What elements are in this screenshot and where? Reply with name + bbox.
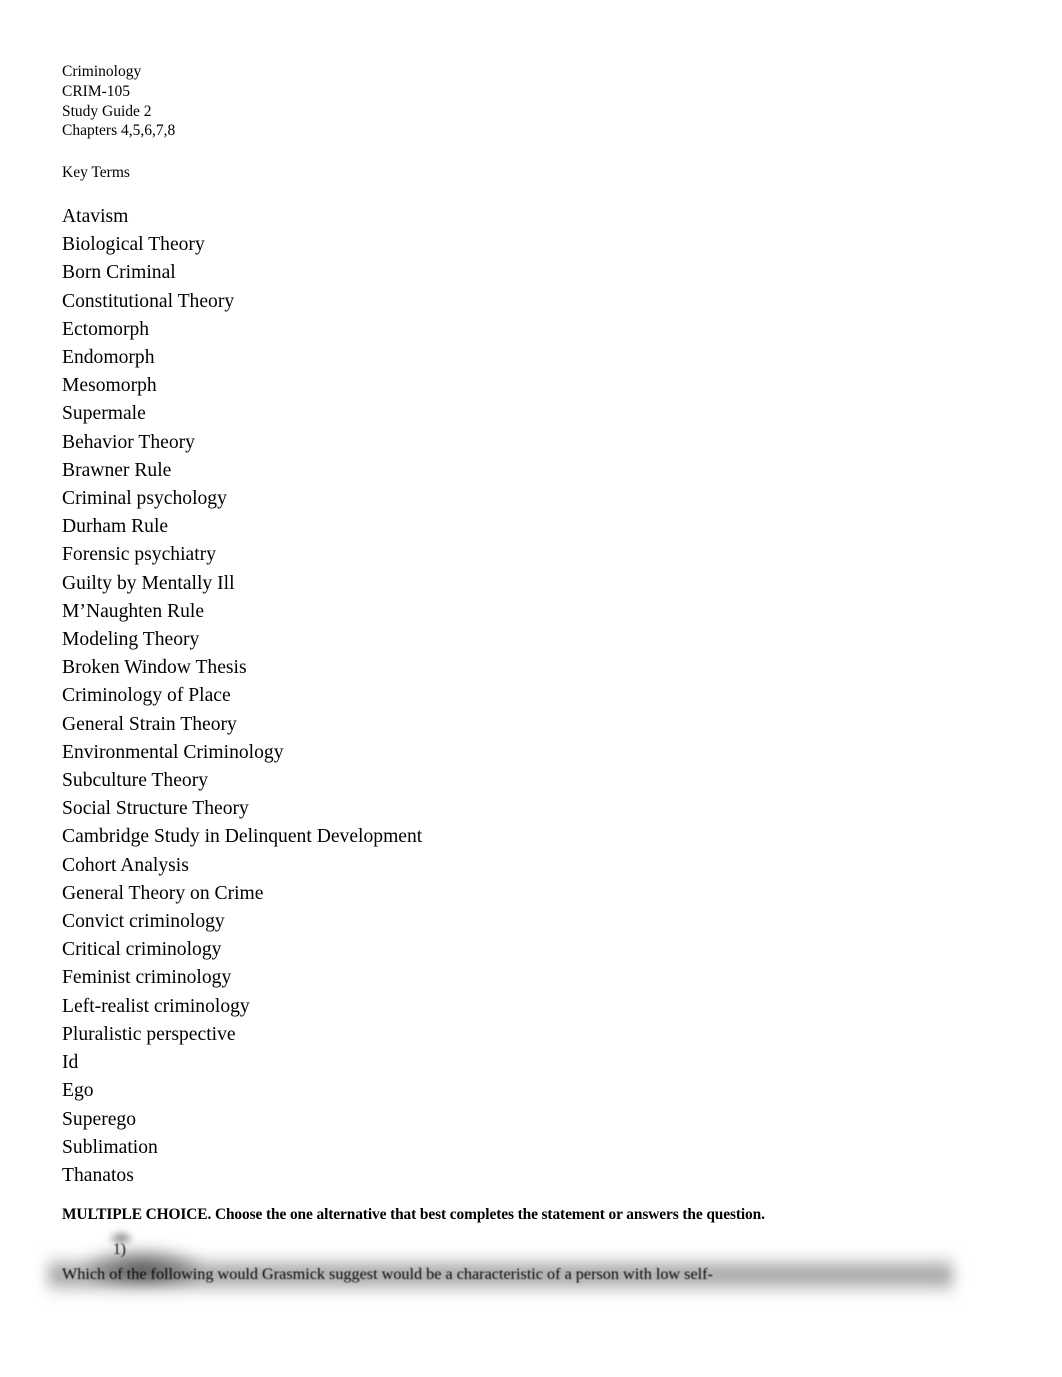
list-item: Broken Window Thesis [62, 657, 247, 679]
list-item: Environmental Criminology [62, 741, 284, 763]
list-item: Ectomorph [62, 318, 150, 340]
list-item: Behavior Theory [62, 431, 195, 453]
list-item: Subculture Theory [62, 770, 209, 792]
header-line-course-code: CRIM-105 [62, 82, 131, 100]
list-item: Supermale [62, 403, 146, 425]
key-terms-list: Atavism Biological Theory Born Criminal … [62, 203, 942, 1190]
header-line-study-guide: Study Guide 2 [62, 102, 152, 120]
list-item: Endomorph [62, 347, 155, 369]
list-item: Sublimation [62, 1136, 158, 1158]
list-item: Social Structure Theory [62, 798, 249, 820]
list-item: Born Criminal [62, 262, 176, 284]
list-item: Forensic psychiatry [62, 544, 216, 566]
multiple-choice-instruction: MULTIPLE CHOICE. Choose the one alternat… [62, 1206, 765, 1223]
list-item: M’Naughten Rule [62, 600, 205, 622]
list-item: General Strain Theory [62, 713, 237, 735]
list-item: Id [62, 1052, 79, 1074]
list-item: Mesomorph [62, 375, 157, 397]
list-item: Left-realist criminology [62, 995, 250, 1017]
section-heading-key-terms: Key Terms [62, 164, 130, 181]
list-item: Modeling Theory [62, 629, 200, 651]
question-block: 1) Which of the following would Grasmick… [0, 1230, 1062, 1310]
list-item: Constitutional Theory [62, 290, 235, 312]
list-item: Pluralistic perspective [62, 1023, 236, 1045]
list-item: Ego [62, 1080, 94, 1102]
question-number: 1) [113, 1241, 126, 1258]
list-item: Critical criminology [62, 939, 222, 961]
list-item: General Theory on Crime [62, 882, 264, 904]
list-item: Cambridge Study in Delinquent Developmen… [62, 826, 423, 848]
list-item: Biological Theory [62, 234, 205, 256]
list-item: Guilty by Mentally Ill [62, 572, 235, 594]
list-item: Feminist criminology [62, 967, 232, 989]
list-item: Criminal psychology [62, 488, 227, 510]
list-item: Atavism [62, 206, 129, 227]
list-item: Thanatos [62, 1164, 134, 1186]
question-text: Which of the following would Grasmick su… [62, 1265, 713, 1283]
list-item: Brawner Rule [62, 459, 172, 481]
list-item: Convict criminology [62, 911, 225, 933]
document-header: Criminology CRIM-105 Study Guide 2 Chapt… [62, 62, 175, 141]
document-page: Criminology CRIM-105 Study Guide 2 Chapt… [0, 0, 1062, 1377]
list-item: Criminology of Place [62, 685, 231, 707]
list-item: Superego [62, 1108, 137, 1130]
header-line-course: Criminology [62, 63, 142, 80]
header-line-chapters: Chapters 4,5,6,7,8 [62, 122, 176, 140]
list-item: Durham Rule [62, 516, 169, 538]
list-item: Cohort Analysis [62, 854, 189, 876]
